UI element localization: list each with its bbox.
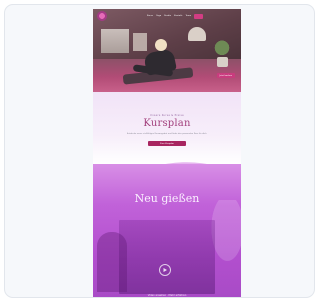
video-thumbnail[interactable] [119,220,215,294]
neu-title: Neu gießen [134,192,200,205]
kursplan-description: Entdecke unser vielfältiges Kursangebot … [126,133,208,135]
nav-item[interactable]: Kontakt [174,15,182,17]
preview-card[interactable]: Kurse Yoga Studio Kontakt Team Jetzt buc… [4,4,315,298]
nav-item[interactable]: Team [186,15,192,17]
nav-item[interactable]: Yoga [156,15,161,17]
nav-item[interactable]: Kurse [147,15,153,17]
nav-item[interactable]: Studio [164,15,171,17]
hero-cta-button[interactable]: Jetzt buchen [216,73,235,78]
window-decoration [133,33,147,51]
kursplan-button-label: Zum Kursplan [160,142,174,145]
lamp-decoration [188,27,206,41]
plant-pot [217,57,228,67]
website-preview[interactable]: Kurse Yoga Studio Kontakt Team Jetzt buc… [93,9,241,297]
person-head [155,39,167,51]
kursplan-section: Unsere Kurse & Preise Kursplan Entdecke … [93,92,241,164]
logo-icon[interactable] [97,11,107,21]
neu-section: Neu gießen Video ansehen · Mehr erfahren [93,164,241,297]
nav-cta-button[interactable] [194,13,204,19]
kursplan-eyebrow: Unsere Kurse & Preise [150,114,184,117]
play-icon[interactable] [159,264,171,276]
kursplan-title: Kursplan [143,118,191,129]
site-header: Kurse Yoga Studio Kontakt Team [93,9,241,23]
kursplan-button[interactable]: Zum Kursplan [148,141,186,146]
hero-section: Kurse Yoga Studio Kontakt Team Jetzt buc… [93,9,241,92]
main-nav: Kurse Yoga Studio Kontakt Team [147,15,191,17]
person-silhouette [97,232,127,292]
neu-caption: Video ansehen · Mehr erfahren [147,294,187,297]
hero-cta-label: Jetzt buchen [219,74,232,77]
window-decoration [101,29,129,53]
